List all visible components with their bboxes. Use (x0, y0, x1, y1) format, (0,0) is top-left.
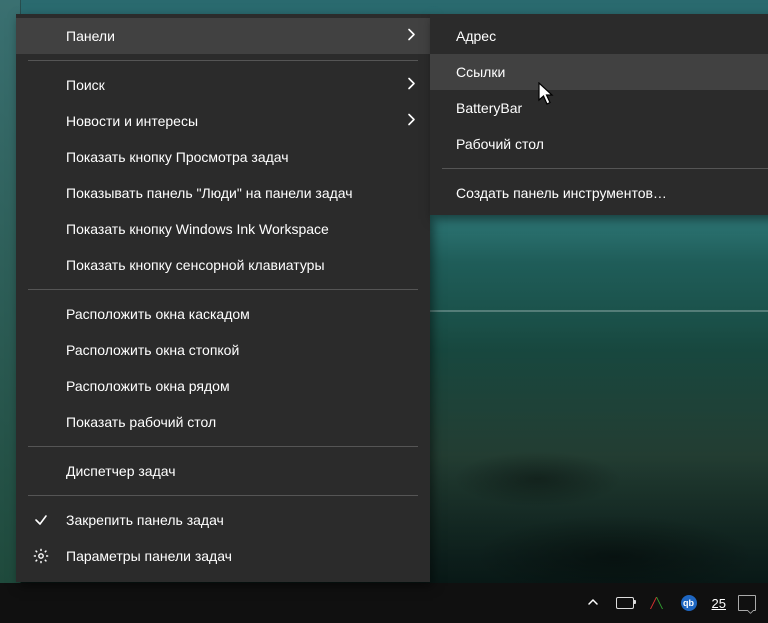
menu-item-panels[interactable]: Панели (16, 18, 430, 54)
menu-item-ink[interactable]: Показать кнопку Windows Ink Workspace (16, 211, 430, 247)
menu-item-sidebyside[interactable]: Расположить окна рядом (16, 368, 430, 404)
qb-icon: qb (681, 595, 697, 611)
menu-item-label: Поиск (66, 77, 105, 93)
qbittorrent-tray-icon[interactable]: qb (678, 588, 700, 618)
menu-item-label: Расположить окна стопкой (66, 342, 239, 358)
menu-item-label: Рабочий стол (456, 136, 544, 152)
menu-item-label: Показать кнопку сенсорной клавиатуры (66, 257, 325, 273)
menu-item-address[interactable]: Адрес (430, 18, 768, 54)
menu-separator (442, 168, 768, 169)
menu-item-news[interactable]: Новости и интересы (16, 103, 430, 139)
menu-item-people[interactable]: Показывать панель "Люди" на панели задач (16, 175, 430, 211)
menu-item-cascade[interactable]: Расположить окна каскадом (16, 296, 430, 332)
battery-percent-value: 25 (712, 596, 726, 611)
taskbar[interactable]: qb 25 (0, 583, 768, 623)
system-tray[interactable]: qb 25 (582, 583, 768, 623)
menu-separator (28, 446, 418, 447)
menu-item-label: Создать панель инструментов… (456, 185, 667, 201)
flag-icon (649, 595, 665, 611)
action-center-button[interactable] (736, 588, 758, 618)
menu-item-newtoolbar[interactable]: Создать панель инструментов… (430, 175, 768, 211)
notification-icon (738, 595, 756, 611)
tray-overflow-button[interactable] (582, 588, 604, 618)
menu-separator (28, 495, 418, 496)
menu-item-showdesktop[interactable]: Показать рабочий стол (16, 404, 430, 440)
menu-item-settings[interactable]: Параметры панели задач (16, 538, 430, 574)
menu-item-label: Новости и интересы (66, 113, 198, 129)
check-icon (32, 511, 50, 529)
menu-item-taskview[interactable]: Показать кнопку Просмотра задач (16, 139, 430, 175)
menu-item-label: Ссылки (456, 64, 505, 80)
menu-item-search[interactable]: Поиск (16, 67, 430, 103)
menu-item-label: Показать рабочий стол (66, 414, 216, 430)
submenu-arrow-icon (406, 28, 416, 45)
security-tray-icon[interactable] (646, 588, 668, 618)
menu-item-links[interactable]: Ссылки (430, 54, 768, 90)
menu-item-label: Расположить окна рядом (66, 378, 230, 394)
menu-item-label: Диспетчер задач (66, 463, 176, 479)
menu-item-touchkb[interactable]: Показать кнопку сенсорной клавиатуры (16, 247, 430, 283)
chevron-up-icon (587, 596, 599, 611)
menu-item-lock[interactable]: Закрепить панель задач (16, 502, 430, 538)
submenu-arrow-icon (406, 113, 416, 130)
menu-item-label: Адрес (456, 28, 496, 44)
menu-item-label: Закрепить панель задач (66, 512, 224, 528)
menu-item-stack[interactable]: Расположить окна стопкой (16, 332, 430, 368)
menu-item-label: Показать кнопку Windows Ink Workspace (66, 221, 329, 237)
menu-item-desktop[interactable]: Рабочий стол (430, 126, 768, 162)
submenu-arrow-icon (406, 77, 416, 94)
battery-icon (616, 597, 634, 609)
gear-icon (32, 547, 50, 565)
menu-item-label: Параметры панели задач (66, 548, 232, 564)
menu-separator (28, 289, 418, 290)
menu-item-taskmgr[interactable]: Диспетчер задач (16, 453, 430, 489)
menu-item-label: Расположить окна каскадом (66, 306, 250, 322)
toolbars-submenu[interactable]: Адрес Ссылки BatteryBar Рабочий стол Создать… (430, 14, 768, 215)
taskbar-context-menu[interactable]: Панели Поиск Новости и интересы Показать кн… (16, 14, 430, 582)
menu-item-label: Панели (66, 28, 115, 44)
battery-tray-icon[interactable] (614, 588, 636, 618)
battery-percent[interactable]: 25 (710, 588, 726, 618)
menu-item-label: BatteryBar (456, 100, 522, 116)
menu-item-label: Показать кнопку Просмотра задач (66, 149, 289, 165)
menu-separator (28, 60, 418, 61)
menu-item-batterybar[interactable]: BatteryBar (430, 90, 768, 126)
menu-item-label: Показывать панель "Люди" на панели задач (66, 185, 353, 201)
